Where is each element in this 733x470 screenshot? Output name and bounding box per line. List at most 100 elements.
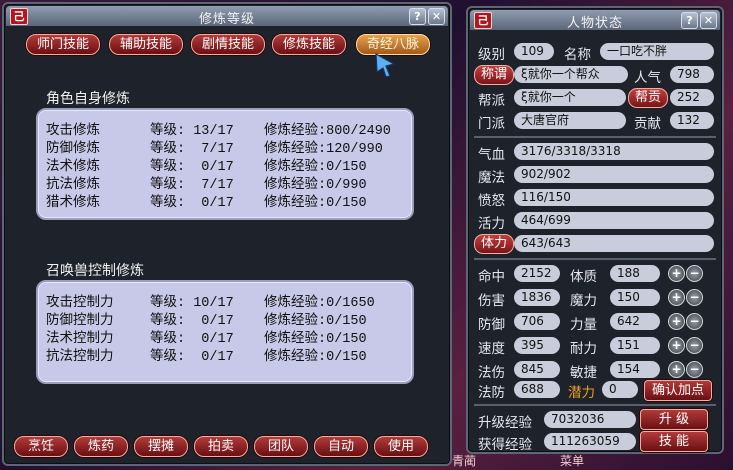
contribution-value: 252 <box>670 89 714 106</box>
tab-story-skills[interactable]: 剧情技能 <box>191 34 265 55</box>
potential-value: 0 <box>602 381 638 398</box>
plus-icon[interactable]: + <box>668 313 685 330</box>
skill-level: 等级: 0/17 <box>150 196 234 211</box>
faction-value: ξ就你一个 <box>514 89 626 106</box>
cultivation-titlebar[interactable]: 己 修炼等级 ? ✕ <box>6 6 448 27</box>
upgrade-exp-value: 7032036 <box>544 411 636 428</box>
upgrade-button[interactable]: 升 级 <box>640 409 708 430</box>
magic-defense-label: 法防 <box>478 385 505 401</box>
stall-button[interactable]: 摆摊 <box>134 436 188 457</box>
mp-value: 902/902 <box>514 166 714 183</box>
magic-label: 魔力 <box>570 293 597 309</box>
background-label-left: 青蔺 <box>452 454 477 468</box>
use-button[interactable]: 使用 <box>374 436 428 457</box>
endurance-value: 151 <box>610 337 660 354</box>
team-button[interactable]: 团队 <box>254 436 308 457</box>
stamina-value: 643/643 <box>514 235 714 252</box>
auction-button[interactable]: 拍卖 <box>194 436 248 457</box>
plus-icon[interactable]: + <box>668 289 685 306</box>
devotion-label: 贡献 <box>634 116 661 132</box>
endurance-label: 耐力 <box>570 341 597 357</box>
cultivation-window: 己 修炼等级 ? ✕ 师门技能 辅助技能 剧情技能 修炼技能 奇经八脉 角色自身… <box>2 2 452 466</box>
school-label: 门派 <box>478 116 505 132</box>
pet-cultivation-title: 召唤兽控制修炼 <box>46 263 144 279</box>
gained-exp-value: 111263059 <box>544 433 636 450</box>
plus-icon[interactable]: + <box>668 361 685 378</box>
agility-label: 敏捷 <box>570 365 597 381</box>
anger-value: 116/150 <box>514 189 714 206</box>
divider <box>474 404 716 406</box>
tab-cultivation-skills[interactable]: 修炼技能 <box>272 34 346 55</box>
pet-cultivation-panel: 攻击控制力 等级: 10/17 修炼经验:0/1650 防御控制力 等级: 0/… <box>36 280 414 384</box>
title-value: ξ就你一个帮众 <box>514 66 628 83</box>
table-row: 防御控制力 等级: 0/17 修炼经验:0/150 <box>46 308 404 329</box>
skill-exp: 修炼经验:0/150 <box>264 196 367 211</box>
status-titlebar[interactable]: 己 人物状态 ? ✕ <box>470 10 720 31</box>
table-row: 抗法控制力 等级: 0/17 修炼经验:0/150 <box>46 344 404 365</box>
alchemy-button[interactable]: 炼药 <box>74 436 128 457</box>
self-cultivation-panel: 攻击修炼 等级: 13/17 修炼经验:800/2490 防御修炼 等级: 7/… <box>36 108 414 220</box>
tab-support-skills[interactable]: 辅助技能 <box>109 34 183 55</box>
agility-value: 154 <box>610 361 660 378</box>
anger-label: 愤怒 <box>478 193 505 209</box>
auto-button[interactable]: 自动 <box>314 436 368 457</box>
speed-label: 速度 <box>478 341 505 357</box>
defense-label: 防御 <box>478 317 505 333</box>
character-status-window: 己 人物状态 ? ✕ 级别 109 名称 一口吃不胖 称谓 ξ就你一个帮众 人气… <box>466 6 724 454</box>
magic-damage-label: 法伤 <box>478 365 505 381</box>
skill-name: 抗法控制力 <box>46 350 114 365</box>
table-row: 攻击控制力 等级: 10/17 修炼经验:0/1650 <box>46 290 404 311</box>
minus-icon[interactable]: − <box>686 337 703 354</box>
cooking-button[interactable]: 烹饪 <box>14 436 68 457</box>
confirm-points-button[interactable]: 确认加点 <box>644 380 712 401</box>
faction-label: 帮派 <box>478 93 505 109</box>
name-label: 名称 <box>564 47 591 63</box>
skill-name: 猎术修炼 <box>46 196 100 211</box>
close-icon[interactable]: ✕ <box>428 8 445 25</box>
popularity-value: 798 <box>670 66 714 83</box>
table-row: 法术修炼 等级: 0/17 修炼经验:0/150 <box>46 154 404 175</box>
minus-icon[interactable]: − <box>686 313 703 330</box>
skill-level: 等级: 0/17 <box>150 350 234 365</box>
potential-label: 潜力 <box>568 385 595 401</box>
speed-value: 395 <box>514 337 560 354</box>
plus-icon[interactable]: + <box>668 337 685 354</box>
gained-exp-label: 获得经验 <box>478 437 532 453</box>
damage-value: 1836 <box>514 289 560 306</box>
plus-icon[interactable]: + <box>668 265 685 282</box>
strength-value: 642 <box>610 313 660 330</box>
table-row: 抗法修炼 等级: 7/17 修炼经验:0/990 <box>46 172 404 193</box>
name-value: 一口吃不胖 <box>600 43 714 60</box>
minus-icon[interactable]: − <box>686 265 703 282</box>
vitality-value: 464/699 <box>514 212 714 229</box>
help-icon[interactable]: ? <box>681 12 698 29</box>
skills-button[interactable]: 技 能 <box>640 431 708 452</box>
minus-icon[interactable]: − <box>686 289 703 306</box>
magic-damage-value: 845 <box>514 361 560 378</box>
hp-label: 气血 <box>478 147 505 163</box>
table-row: 猎术修炼 等级: 0/17 修炼经验:0/150 <box>46 190 404 211</box>
cultivation-window-title: 修炼等级 <box>198 12 255 27</box>
mp-label: 魔法 <box>478 170 505 186</box>
stamina-button[interactable]: 体力 <box>474 234 514 254</box>
devotion-value: 132 <box>670 112 714 129</box>
tab-school-skills[interactable]: 师门技能 <box>26 34 100 55</box>
hit-value: 2152 <box>514 265 560 282</box>
title-button[interactable]: 称谓 <box>474 65 514 85</box>
magic-defense-value: 688 <box>514 381 560 398</box>
damage-label: 伤害 <box>478 293 505 309</box>
divider <box>474 258 716 260</box>
school-value: 大唐官府 <box>514 112 626 129</box>
close-icon[interactable]: ✕ <box>700 12 717 29</box>
table-row: 法术控制力 等级: 0/17 修炼经验:0/150 <box>46 326 404 347</box>
contribution-button[interactable]: 帮贡 <box>628 88 668 108</box>
upgrade-exp-label: 升级经验 <box>478 415 532 431</box>
minus-icon[interactable]: − <box>686 361 703 378</box>
hp-value: 3176/3318/3318 <box>514 143 714 160</box>
background-label-right: 菜单 <box>560 454 585 468</box>
help-icon[interactable]: ? <box>409 8 426 25</box>
table-row: 防御修炼 等级: 7/17 修炼经验:120/990 <box>46 136 404 157</box>
cursor-icon <box>375 52 396 78</box>
divider <box>474 136 716 138</box>
level-value: 109 <box>514 43 554 60</box>
